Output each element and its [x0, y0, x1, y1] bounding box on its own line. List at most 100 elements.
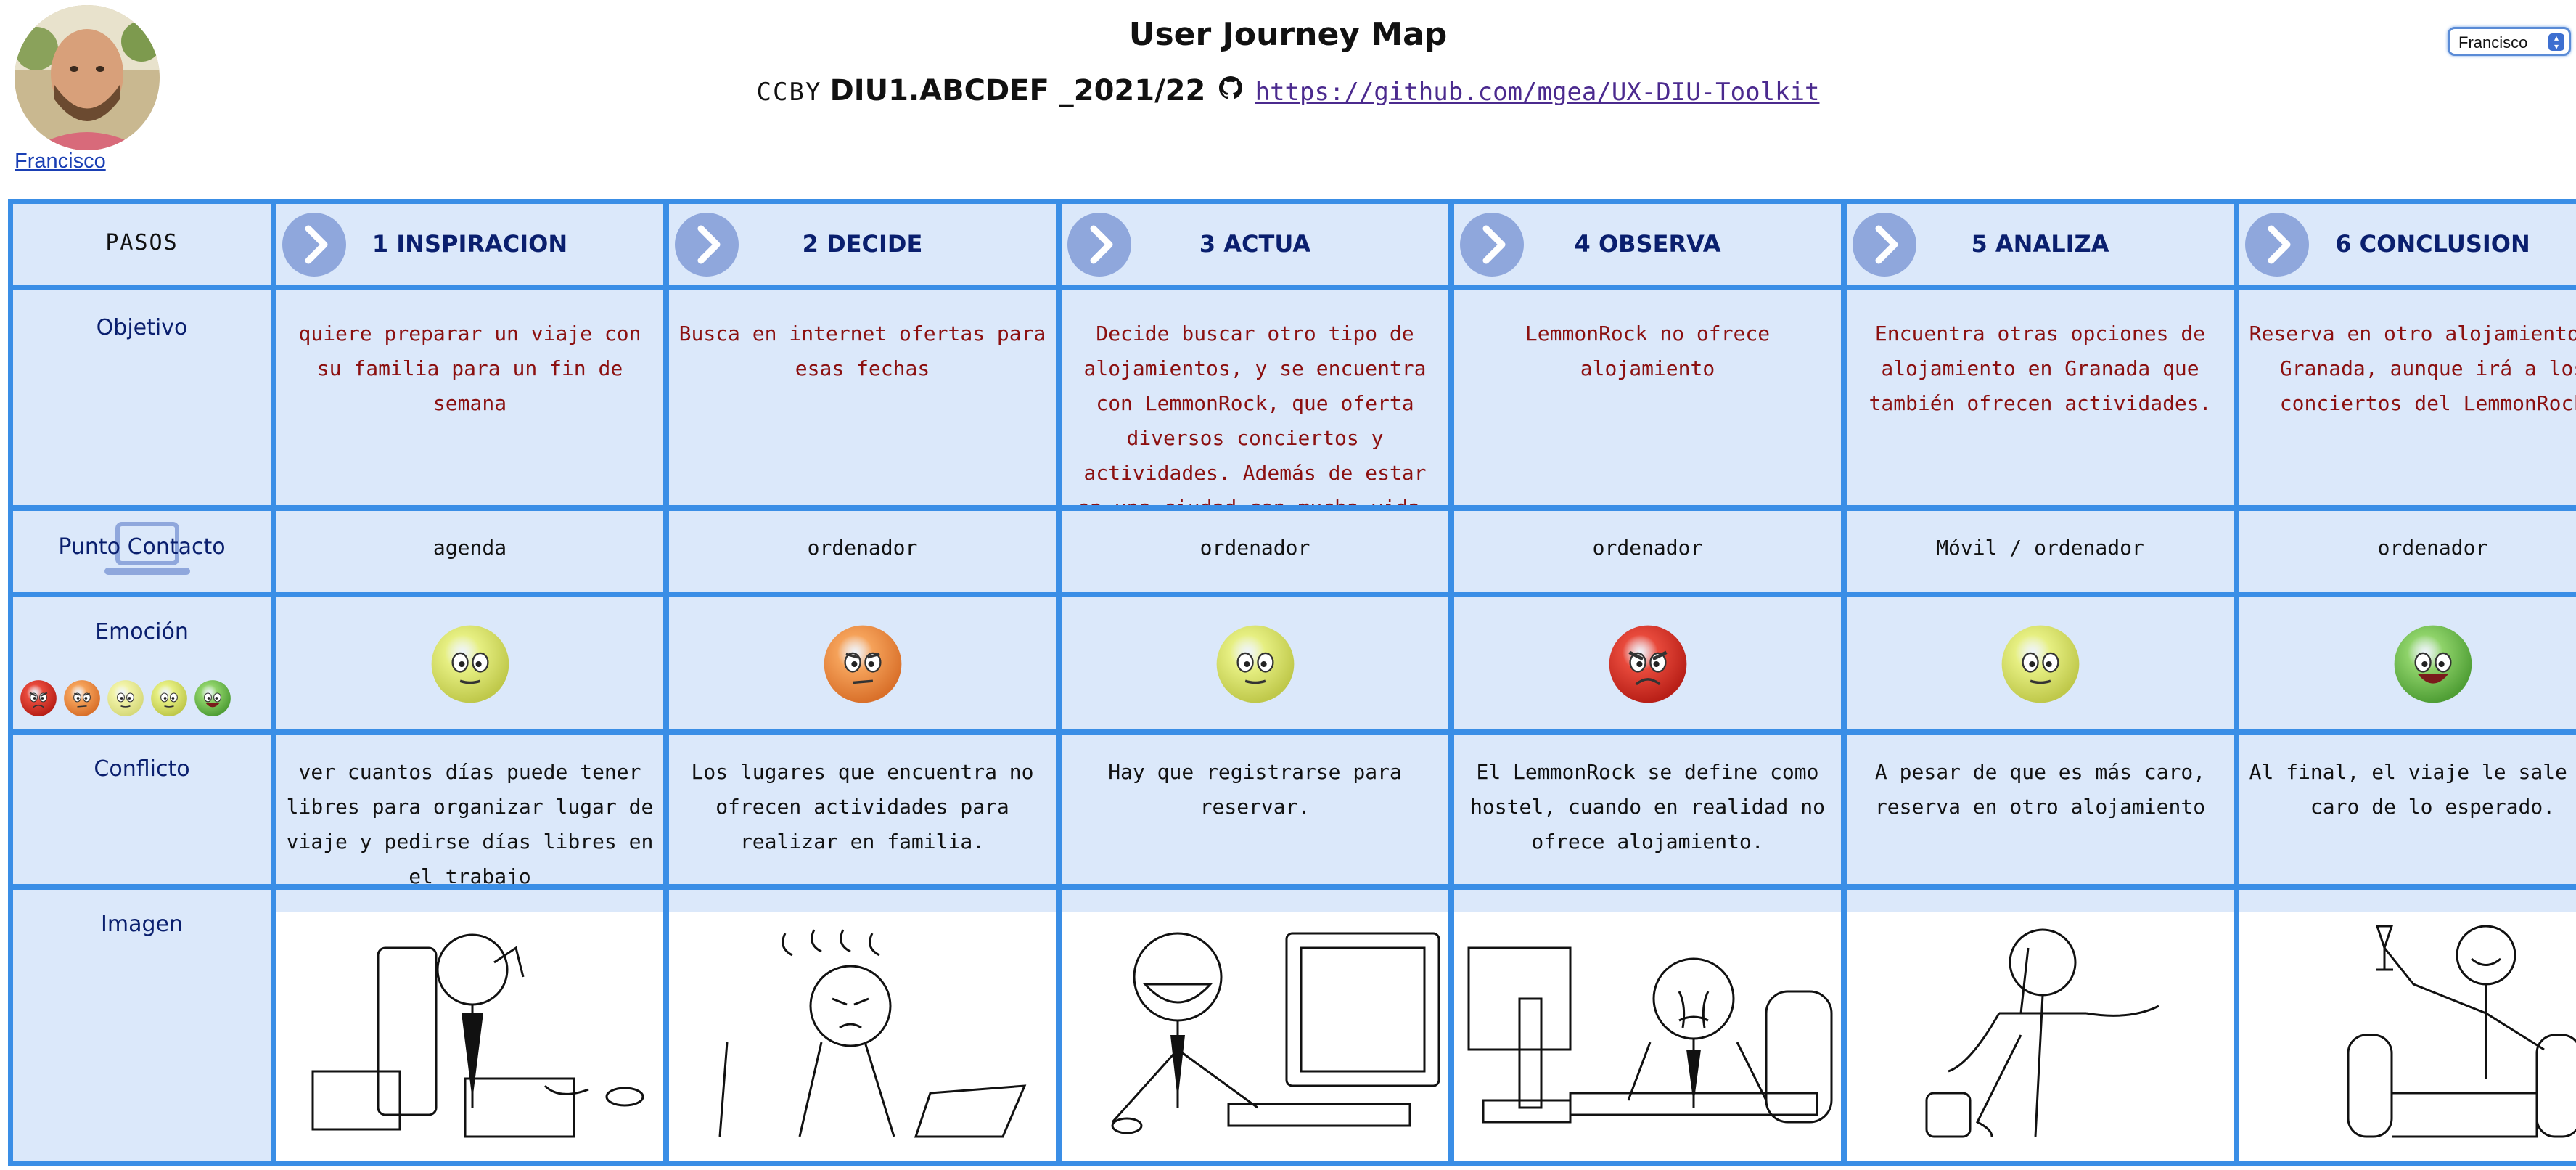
conflicto-label: Conflicto — [94, 756, 190, 782]
page-title: User Journey Map — [1128, 16, 1448, 53]
conflicto-cell: Los lugares que encuentra no ofrecen act… — [669, 735, 1056, 884]
subtitle: CCBY DIU1.ABCDEF _2021/22 https://github… — [0, 74, 2576, 111]
conflicto-cell: A pesar de que es más caro, reserva en o… — [1847, 735, 2234, 884]
emotion-angry-icon — [20, 680, 57, 716]
emocion-cell — [1062, 597, 1448, 729]
imagen-cell — [2239, 890, 2576, 1161]
smiling-person-at-computer-sketch — [1062, 912, 1448, 1161]
objetivo-text: Busca en internet ofertas para esas fech… — [678, 322, 1046, 380]
course-code: DIU1.ABCDEF _2021/22 — [829, 74, 1206, 108]
emotion-neutral-icon — [431, 625, 509, 703]
objetivo-text: Reserva en otro alojamiento en Granada, … — [2249, 322, 2576, 415]
step-title: 1 INSPIRACION — [372, 230, 568, 258]
imagen-cell — [1847, 890, 2234, 1161]
contacto-label: Punto Contacto — [58, 534, 226, 560]
emotion-happy-icon — [2394, 625, 2472, 703]
objetivo-cell: LemmonRock no ofrece alojamiento — [1454, 290, 1841, 505]
contacto-text: Móvil / ordenador — [1936, 536, 2144, 560]
emocion-cell — [2239, 597, 2576, 729]
contacto-cell: ordenador — [1062, 511, 1448, 592]
license-label: CCBY — [756, 78, 822, 107]
contacto-cell: agenda — [276, 511, 663, 592]
objetivo-text: quiere preparar un viaje con su familia … — [298, 322, 641, 415]
objetivo-cell: Encuentra otras opciones de alojamiento … — [1847, 290, 2234, 505]
contacto-cell: ordenador — [669, 511, 1056, 592]
objetivo-cell: Busca en internet ofertas para esas fech… — [669, 290, 1056, 505]
objetivo-label-cell: Objetivo — [13, 290, 271, 505]
contacto-text: ordenador — [2377, 536, 2488, 560]
conflicto-text: Al final, el viaje le sale más caro de l… — [2249, 760, 2576, 819]
step-header-cell: 4 OBSERVA — [1454, 204, 1841, 285]
repo-link[interactable]: https://github.com/mgea/UX-DIU-Toolkit — [1255, 78, 1820, 107]
imagen-cell — [1062, 890, 1448, 1161]
user-select[interactable]: Francisco ▴ ▾ — [2448, 27, 2571, 56]
step-title: 6 CONCLUSION — [2335, 230, 2530, 258]
objetivo-cell: quiere preparar un viaje con su familia … — [276, 290, 663, 505]
contacto-text: agenda — [432, 536, 507, 560]
emotion-annoyed-icon — [824, 625, 901, 703]
emotion-neutral-icon — [2001, 625, 2079, 703]
journey-map-grid: PASOS Objetivo Punto Contacto Emoción Co… — [8, 199, 2576, 1166]
conflicto-cell: ver cuantos días puede tener libres para… — [276, 735, 663, 884]
emocion-cell — [1847, 597, 2234, 729]
imagen-cell — [1454, 890, 1841, 1161]
emotion-neutral-icon — [1216, 625, 1294, 703]
step-title: 3 ACTUA — [1199, 230, 1311, 258]
emocion-cell — [1454, 597, 1841, 729]
imagen-cell — [276, 890, 663, 1161]
sketch-illustration — [2347, 925, 2576, 1138]
imagen-label: Imagen — [101, 912, 183, 937]
select-arrows-icon: ▴ ▾ — [2548, 33, 2564, 51]
step-header-cell: 1 INSPIRACION — [276, 204, 663, 285]
crying-person-at-computer-sketch — [1454, 912, 1841, 1161]
imagen-cell — [669, 890, 1056, 1161]
sketch-illustration — [1111, 932, 1440, 1134]
step-header-cell: 5 ANALIZA — [1847, 204, 2234, 285]
conflicto-label-cell: Conflicto — [13, 735, 271, 884]
contacto-cell: ordenador — [2239, 511, 2576, 592]
step-title: 4 OBSERVA — [1574, 230, 1721, 258]
sketch-illustration — [1467, 946, 1833, 1124]
emocion-cell — [276, 597, 663, 729]
contacto-text: ordenador — [1592, 536, 1703, 560]
conflicto-text: Hay que registrarse para reservar. — [1108, 760, 1402, 819]
sketch-illustration — [1925, 928, 2159, 1138]
user-select-value: Francisco — [2458, 33, 2528, 52]
objetivo-text: Encuentra otras opciones de alojamiento … — [1869, 322, 2212, 415]
emotion-angry-icon — [1609, 625, 1686, 703]
contacto-label-cell: Punto Contacto — [13, 511, 271, 592]
github-icon — [1219, 74, 1243, 107]
objetivo-label: Objetivo — [96, 315, 188, 340]
emocion-label-cell: Emoción — [13, 597, 271, 729]
conflicto-cell: Al final, el viaje le sale más caro de l… — [2239, 735, 2576, 884]
conflicto-cell: Hay que registrarse para reservar. — [1062, 735, 1448, 884]
emotion-happy-icon — [194, 680, 231, 716]
emocion-cell — [669, 597, 1056, 729]
pasos-label: PASOS — [105, 230, 179, 255]
step-header-cell: 2 DECIDE — [669, 204, 1056, 285]
person-toasting-in-armchair-sketch — [2239, 912, 2576, 1161]
step-header-cell: 3 ACTUA — [1062, 204, 1448, 285]
step-title: 5 ANALIZA — [1971, 230, 2109, 258]
contacto-cell: ordenador — [1454, 511, 1841, 592]
sketch-illustration — [718, 929, 1027, 1138]
frustrated-person-at-laptop-sketch — [669, 912, 1056, 1161]
emotion-neutral-pale-icon — [107, 680, 144, 716]
contacto-text: ordenador — [1199, 536, 1310, 560]
objetivo-text: LemmonRock no ofrece alojamiento — [1525, 322, 1771, 380]
emotion-annoyed-icon — [64, 680, 100, 716]
objetivo-text: Decide buscar otro tipo de alojamientos,… — [1078, 322, 1432, 505]
pasos-label-cell: PASOS — [13, 204, 271, 285]
emotion-neutral-icon — [151, 680, 187, 716]
conflicto-cell: El LemmonRock se define como hostel, cua… — [1454, 735, 1841, 884]
conflicto-text: El LemmonRock se define como hostel, cua… — [1470, 760, 1825, 854]
step-title: 2 DECIDE — [802, 230, 923, 258]
contacto-cell: Móvil / ordenador — [1847, 511, 2234, 592]
avatar-name-link[interactable]: Francisco — [15, 150, 106, 173]
step-header-cell: 6 CONCLUSION — [2239, 204, 2576, 285]
conflicto-text: Los lugares que encuentra no ofrecen act… — [691, 760, 1034, 854]
conflicto-text: A pesar de que es más caro, reserva en o… — [1874, 760, 2206, 819]
objetivo-cell: Reserva en otro alojamiento en Granada, … — [2239, 290, 2576, 505]
emocion-label: Emoción — [95, 619, 189, 645]
person-on-phone-standing-sketch — [1847, 912, 2234, 1161]
